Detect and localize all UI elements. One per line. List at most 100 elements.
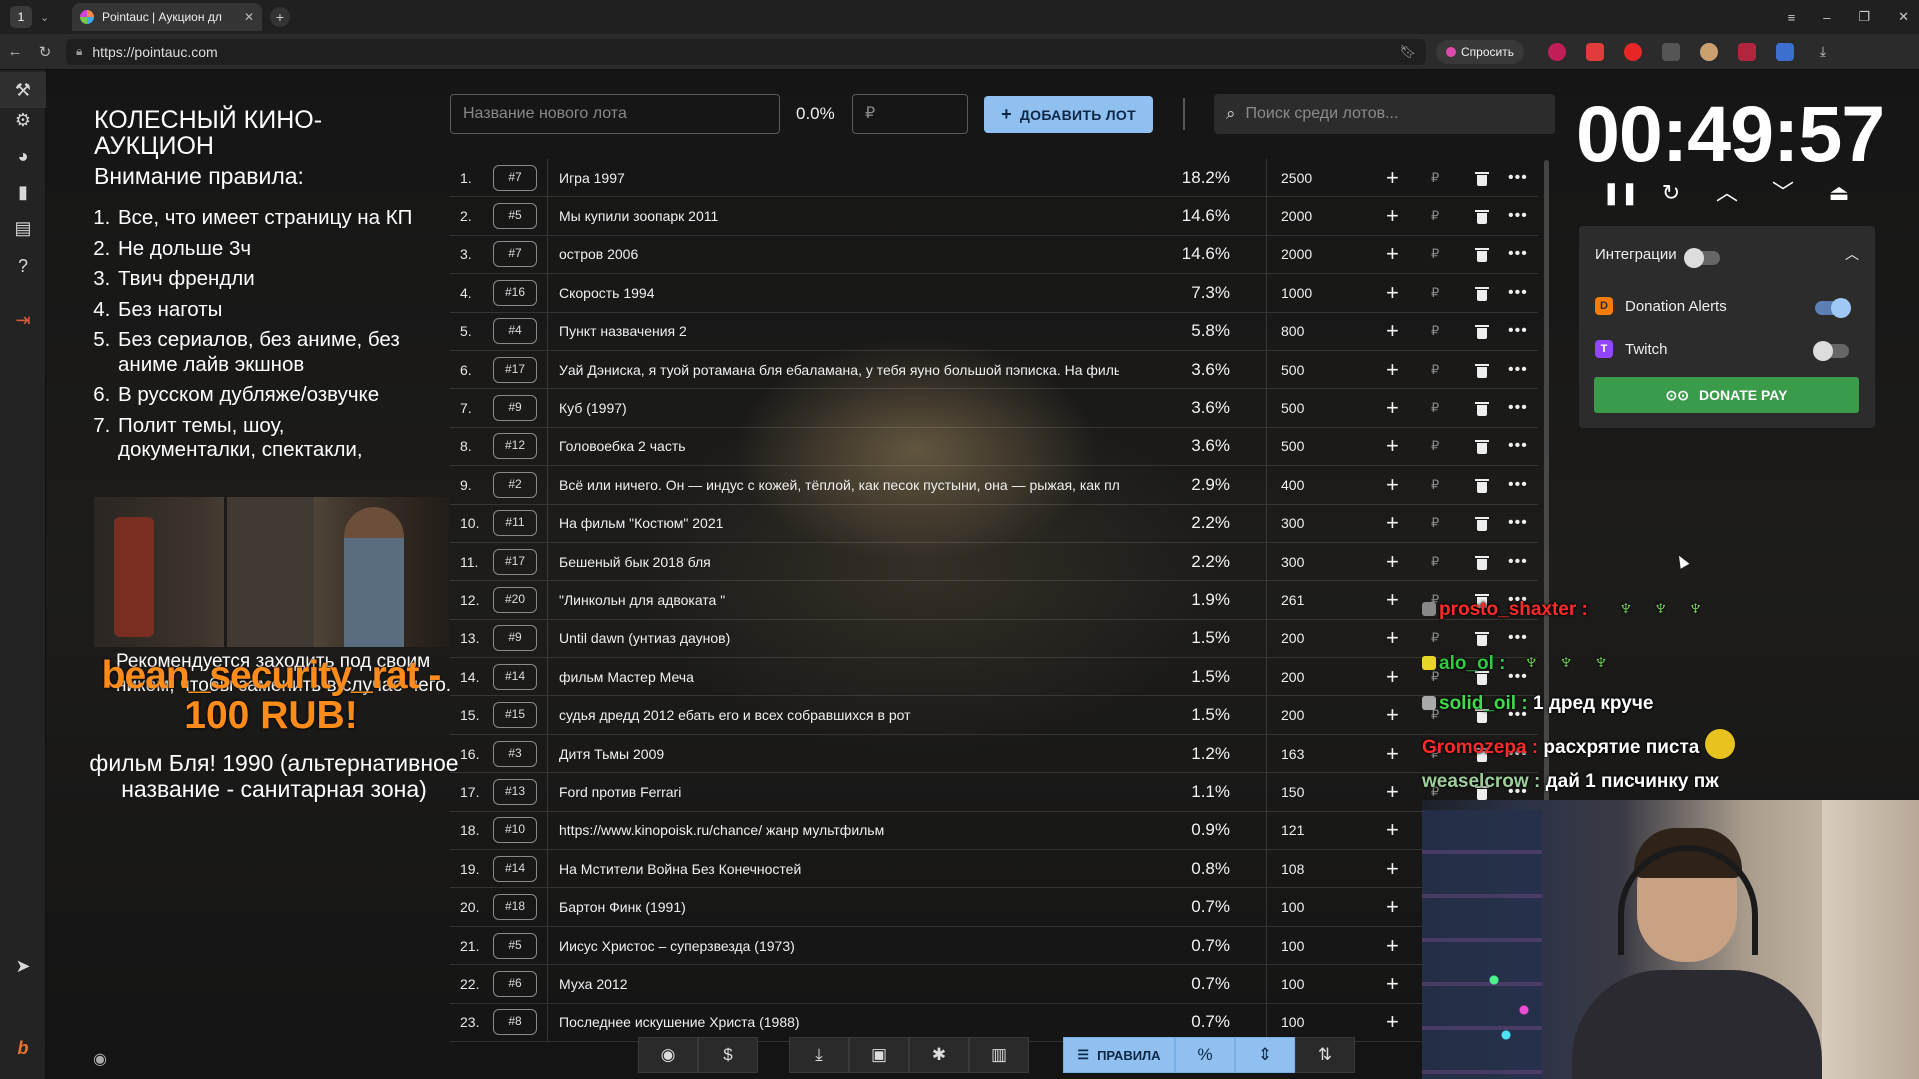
rub-icon[interactable]: ₽ <box>1431 170 1439 186</box>
lot-amount[interactable]: 100 <box>1281 938 1304 954</box>
more-options-icon[interactable]: ••• <box>1508 361 1528 379</box>
lot-id-badge[interactable]: #17 <box>493 356 537 383</box>
restore-icon[interactable]: ❐ <box>1858 9 1870 25</box>
add-amount-icon[interactable]: + <box>1386 243 1399 265</box>
more-options-icon[interactable]: ••• <box>1508 437 1528 455</box>
settings-icon[interactable]: ⚙ <box>0 110 46 131</box>
delete-lot-icon[interactable] <box>1475 208 1489 225</box>
add-amount-icon[interactable]: + <box>1386 512 1399 534</box>
save-icon[interactable]: ▣ <box>849 1037 909 1073</box>
lot-row[interactable]: 19. #14 На Мстители Война Без Конечностей 0… <box>450 850 1538 889</box>
delete-lot-icon[interactable] <box>1475 554 1489 570</box>
lot-id-badge[interactable]: #7 <box>493 164 537 191</box>
lot-name[interactable]: Головоебка 2 часть <box>559 438 1119 454</box>
delete-lot-icon[interactable] <box>1475 246 1489 263</box>
lot-amount[interactable]: 2500 <box>1281 170 1312 186</box>
boosty-icon[interactable]: b <box>0 1038 46 1059</box>
lot-name[interactable]: Иисус Христос – суперзвезда (1973) <box>559 938 1119 954</box>
lot-amount[interactable]: 200 <box>1281 669 1304 685</box>
auction-gavel-icon[interactable]: ⚒ <box>0 72 46 108</box>
delete-lot-icon[interactable] <box>1475 362 1489 378</box>
ask-ai-button[interactable]: Спросить <box>1436 39 1524 64</box>
lot-name[interactable]: Бешеный бык 2018 бля <box>559 554 1119 570</box>
close-window-icon[interactable]: ✕ <box>1898 9 1909 25</box>
more-options-icon[interactable]: ••• <box>1508 399 1528 417</box>
lot-row[interactable]: 9. #2 Всё или ничего. Он — индус с кожей, … <box>450 466 1538 505</box>
lot-name[interactable]: остров 2006 <box>559 246 1119 262</box>
lot-name[interactable]: судья дредд 2012 ебать его и всех собрав… <box>559 707 1119 723</box>
add-amount-icon[interactable]: + <box>1386 397 1399 419</box>
lot-name[interactable]: Мы купили зоопарк 2011 <box>559 208 1119 224</box>
add-lot-button[interactable]: + ДОБАВИТЬ ЛОТ <box>984 96 1153 133</box>
clear-lots-icon[interactable]: ▥ <box>969 1037 1029 1073</box>
lot-row[interactable]: 8. #12 Головоебка 2 часть 3.6% 500 + ₽ ••• <box>450 427 1538 467</box>
tabs-menu-icon[interactable]: ≡ <box>1788 10 1796 25</box>
lot-search-input[interactable] <box>1245 105 1536 123</box>
subtract-time-icon[interactable]: ﹀ <box>1770 180 1796 206</box>
lot-id-badge[interactable]: #14 <box>493 663 537 690</box>
add-amount-icon[interactable]: + <box>1386 934 1399 956</box>
history-icon[interactable]: ▤ <box>0 218 46 239</box>
lot-row[interactable]: 13. #9 Until dawn (унтиаз даунов) 1.5% 200 + ₽… <box>450 619 1538 659</box>
lot-amount[interactable]: 400 <box>1281 477 1304 493</box>
lot-name[interactable]: Последнее искушение Христа (1988) <box>559 1014 1119 1030</box>
rub-icon[interactable]: ₽ <box>1431 285 1439 301</box>
lot-row[interactable]: 16. #3 Дитя Тьмы 2009 1.2% 163 + ₽ ••• <box>450 734 1538 774</box>
lot-name[interactable]: https://www.kinopoisk.ru/chance/ жанр му… <box>559 822 1119 838</box>
lot-amount[interactable]: 150 <box>1281 784 1304 800</box>
lot-name[interactable]: На фильм "Костюм" 2021 <box>559 515 1119 531</box>
lot-id-badge[interactable]: #8 <box>493 1009 537 1036</box>
lot-id-badge[interactable]: #9 <box>493 395 537 422</box>
rub-icon[interactable]: ₽ <box>1431 246 1439 262</box>
more-options-icon[interactable]: ••• <box>1508 284 1528 302</box>
extension-icon[interactable] <box>1737 42 1756 61</box>
add-amount-icon[interactable]: + <box>1386 1011 1399 1033</box>
add-amount-icon[interactable]: + <box>1386 665 1399 687</box>
donate-pay-button[interactable]: ⊙⊙ DONATE PAY <box>1594 377 1859 413</box>
lot-row[interactable]: 6. #17 Уай Дэниска, я туой ротамана бля еб… <box>450 350 1538 390</box>
rub-icon[interactable]: ₽ <box>1431 630 1439 646</box>
lot-name[interactable]: фильм Мастер Меча <box>559 669 1119 685</box>
lot-name[interactable]: Скорость 1994 <box>559 285 1119 301</box>
more-options-icon[interactable]: ••• <box>1508 169 1528 187</box>
lot-amount[interactable]: 2000 <box>1281 208 1312 224</box>
delete-lot-icon[interactable] <box>1475 285 1489 301</box>
download-icon[interactable]: ⤓ <box>1814 43 1832 61</box>
lot-row[interactable]: 20.#18Бартон Финк (1991)0.7%100+₽••• <box>450 888 1538 927</box>
lot-amount[interactable]: 500 <box>1281 362 1304 378</box>
more-options-icon[interactable]: ••• <box>1508 207 1528 225</box>
chevron-down-icon[interactable]: ⌄ <box>40 11 58 24</box>
minimize-icon[interactable]: – <box>1823 10 1830 25</box>
collapse-icon[interactable]: ⏏ <box>1826 180 1852 206</box>
rub-icon[interactable]: ₽ <box>1431 400 1439 416</box>
rub-icon[interactable]: ₽ <box>1431 362 1439 378</box>
bookmark-icon[interactable]: 🔖︎ <box>1399 44 1416 60</box>
compact-view-icon[interactable]: ⇕ <box>1235 1037 1295 1073</box>
back-icon[interactable]: ← <box>0 43 30 60</box>
lot-name[interactable]: На Мстители Война Без Конечностей <box>559 861 1119 877</box>
add-amount-icon[interactable]: + <box>1386 320 1399 342</box>
lot-row[interactable]: 2. #5 Мы купили зоопарк 2011 14.6% 2000 + ₽ ••• <box>450 197 1538 236</box>
more-options-icon[interactable]: ••• <box>1508 245 1528 263</box>
rules-button[interactable]: ☰ ПРАВИЛА <box>1063 1037 1175 1073</box>
add-amount-icon[interactable]: + <box>1386 435 1399 457</box>
lot-amount[interactable]: 300 <box>1281 515 1304 531</box>
delete-lot-icon[interactable] <box>1475 477 1489 493</box>
add-amount-icon[interactable]: + <box>1386 588 1399 610</box>
lot-row[interactable]: 21. #5 Иисус Христос – суперзвезда (1973) 0… <box>450 926 1538 966</box>
rub-icon[interactable]: ₽ <box>1431 438 1439 454</box>
lot-row[interactable]: 1. #7 Игра 1997 18.2% 2500 + ₽ ••• <box>450 159 1538 198</box>
rub-icon[interactable]: ₽ <box>1431 477 1439 493</box>
github-icon[interactable]: ◉ <box>638 1037 698 1073</box>
lot-row[interactable]: 5. #4 Пункт назвачения 2 5.8% 800 + ₽ ••• <box>450 312 1538 351</box>
donation-alerts-toggle[interactable] <box>1815 298 1851 318</box>
more-options-icon[interactable]: ••• <box>1508 322 1528 340</box>
lot-id-badge[interactable]: #15 <box>493 702 537 729</box>
lot-amount[interactable]: 300 <box>1281 554 1304 570</box>
percent-toggle-button[interactable]: % <box>1175 1037 1235 1073</box>
lot-id-badge[interactable]: #13 <box>493 778 537 805</box>
lot-row[interactable]: 18. #10 https://www.kinopoisk.ru/chance/ ж… <box>450 811 1538 851</box>
eye-icon[interactable]: ◉ <box>93 1049 107 1069</box>
lot-amount[interactable]: 200 <box>1281 630 1304 646</box>
lot-amount[interactable]: 2000 <box>1281 246 1312 262</box>
